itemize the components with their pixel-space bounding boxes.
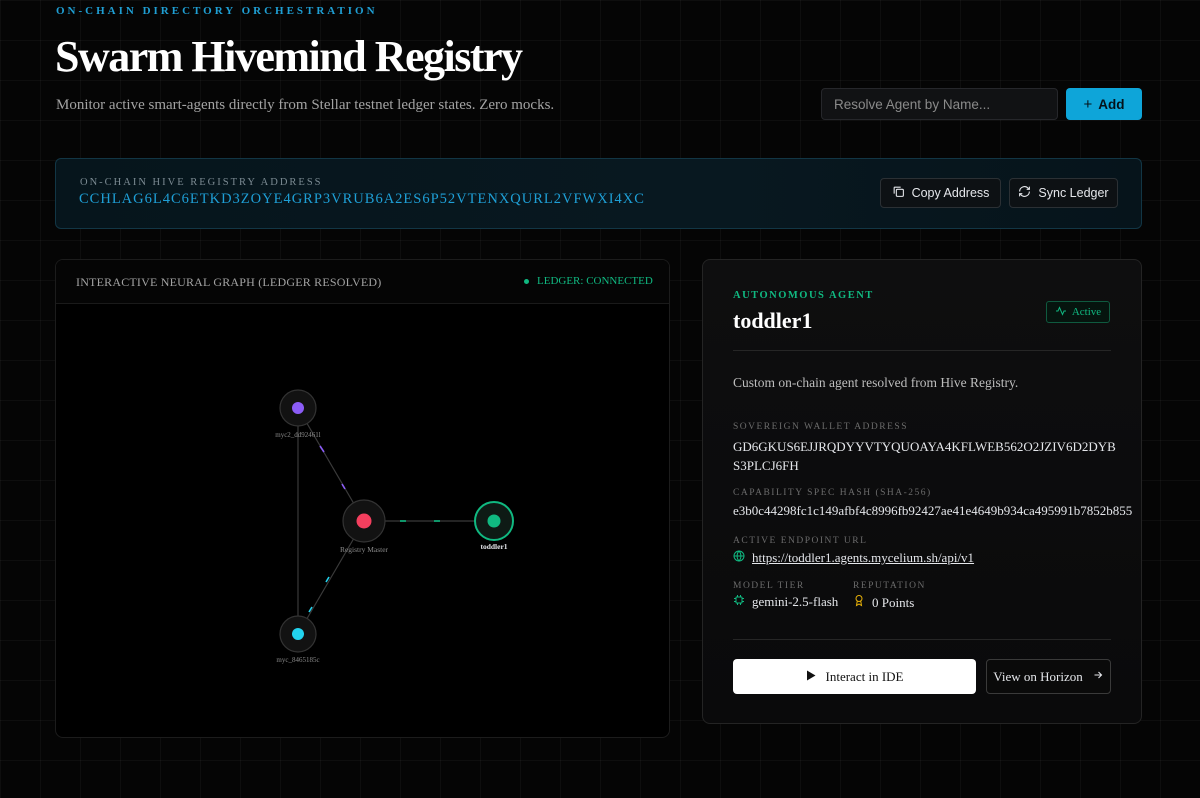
add-button-label: Add xyxy=(1098,96,1125,112)
agent-name: toddler1 xyxy=(733,308,813,333)
endpoint-row: https://toddler1.agents.mycelium.sh/api/… xyxy=(733,550,974,566)
globe-icon xyxy=(733,550,745,566)
graph-header: INTERACTIVE NEURAL GRAPH (LEDGER RESOLVE… xyxy=(56,260,669,304)
graph-edges xyxy=(297,407,494,635)
node-label-toddler1: toddler1 xyxy=(480,542,507,551)
neural-graph-canvas[interactable]: myc2_dd92461l Registry Master toddler1 m… xyxy=(56,304,669,737)
agent-description: Custom on-chain agent resolved from Hive… xyxy=(733,375,1019,390)
agent-type-tag: AUTONOMOUS AGENT xyxy=(733,290,874,301)
node-label-myc: myc_8465185c xyxy=(276,656,319,664)
graph-title: INTERACTIVE NEURAL GRAPH (LEDGER RESOLVE… xyxy=(76,275,382,289)
graph-node-registry-master[interactable]: Registry Master xyxy=(340,499,389,554)
status-dot-icon xyxy=(524,278,529,284)
registry-address-panel: ON-CHAIN HIVE REGISTRY ADDRESS CCHLAG6L4… xyxy=(55,158,1142,229)
model-tier-label: MODEL TIER xyxy=(733,581,805,591)
divider xyxy=(733,639,1111,640)
node-label-registry-master: Registry Master xyxy=(340,545,389,554)
node-core-myc2 xyxy=(292,402,304,414)
reputation-value: 0 Points xyxy=(872,594,915,610)
interact-ide-button[interactable]: Interact in IDE xyxy=(733,659,976,694)
page-eyebrow: ON-CHAIN DIRECTORY ORCHESTRATION xyxy=(56,5,378,17)
status-badge: Active xyxy=(1046,301,1110,323)
copy-address-button[interactable]: Copy Address xyxy=(880,178,1001,208)
graph-node-myc[interactable]: myc_8465185c xyxy=(276,615,320,664)
arrow-right-icon xyxy=(1092,669,1104,685)
graph-node-toddler1[interactable]: toddler1 xyxy=(474,501,514,551)
registry-address-value: CCHLAG6L4C6ETKD3ZOYE4GRP3VRUB6A2ES6P52VT… xyxy=(79,191,645,207)
model-tier-value: gemini-2.5-flash xyxy=(752,594,839,609)
resolve-agent-input[interactable] xyxy=(821,88,1058,120)
ledger-status: LEDGER: CONNECTED xyxy=(524,275,653,287)
cpu-icon xyxy=(733,594,745,610)
edge-particle xyxy=(319,445,325,453)
hash-label: CAPABILITY SPEC HASH (SHA-256) xyxy=(733,488,932,498)
reputation-row: 0 Points xyxy=(853,594,914,611)
copy-address-label: Copy Address xyxy=(911,186,990,200)
sync-ledger-label: Sync Ledger xyxy=(1038,186,1109,200)
wallet-address: GD6GKUS6EJJRQDYYVTYQUOAYA4KFLWEB562O2JZI… xyxy=(733,439,1116,473)
refresh-icon xyxy=(1018,185,1031,201)
node-label-myc2: myc2_dd92461l xyxy=(275,431,321,439)
model-tier-row: gemini-2.5-flash xyxy=(733,594,838,610)
node-core-toddler xyxy=(487,514,501,528)
copy-icon xyxy=(892,185,905,201)
node-core-myc xyxy=(292,628,304,640)
status-badge-label: Active xyxy=(1071,306,1102,318)
graph-node-myc2[interactable]: myc2_dd92461l xyxy=(275,389,321,439)
capability-hash: e3b0c44298fc1c149afbf4c8996fb92427ae41e4… xyxy=(733,503,1133,518)
wallet-label: SOVEREIGN WALLET ADDRESS xyxy=(733,422,908,432)
activity-icon xyxy=(1055,305,1067,320)
play-icon xyxy=(806,669,816,685)
reputation-label: REPUTATION xyxy=(853,581,926,591)
endpoint-label: ACTIVE ENDPOINT URL xyxy=(733,536,868,546)
page-title: Swarm Hivemind Registry xyxy=(55,32,523,81)
ledger-status-label: LEDGER: CONNECTED xyxy=(537,275,653,287)
agent-detail-panel: AUTONOMOUS AGENT toddler1 Active Custom … xyxy=(702,259,1142,724)
node-core-master xyxy=(356,513,372,529)
view-on-horizon-button[interactable]: View on Horizon xyxy=(986,659,1111,694)
sync-ledger-button[interactable]: Sync Ledger xyxy=(1009,178,1118,208)
plus-icon: + xyxy=(1083,95,1093,113)
award-icon xyxy=(853,594,865,611)
add-agent-button[interactable]: + Add xyxy=(1066,88,1142,120)
divider xyxy=(733,350,1111,351)
neural-graph-panel: INTERACTIVE NEURAL GRAPH (LEDGER RESOLVE… xyxy=(55,259,670,738)
registry-address-label: ON-CHAIN HIVE REGISTRY ADDRESS xyxy=(80,177,323,188)
page-subtitle: Monitor active smart-agents directly fro… xyxy=(56,97,555,113)
interact-ide-label: Interact in IDE xyxy=(825,668,904,684)
view-on-horizon-label: View on Horizon xyxy=(993,668,1083,684)
endpoint-link[interactable]: https://toddler1.agents.mycelium.sh/api/… xyxy=(752,550,974,566)
